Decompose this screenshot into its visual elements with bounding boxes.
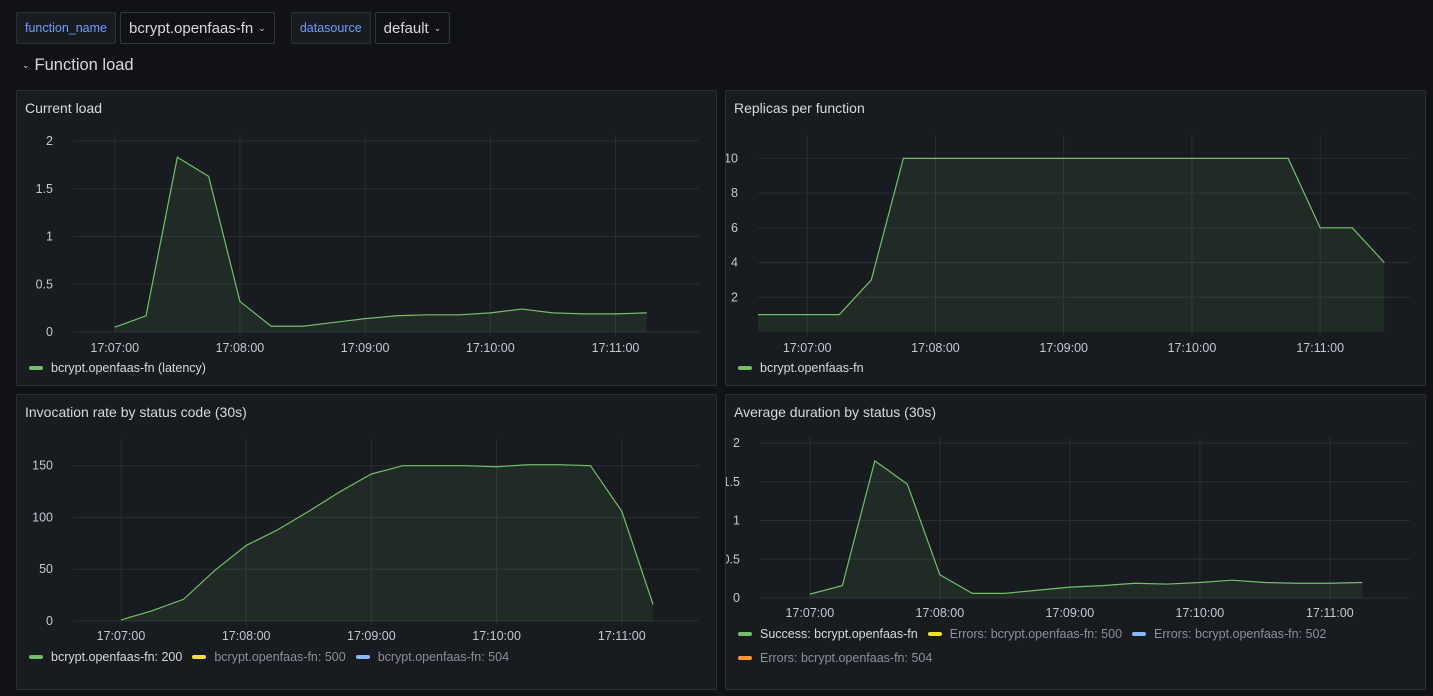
- x-tick-label: 17:07:00: [90, 341, 139, 355]
- legend-label: Errors: bcrypt.openfaas-fn: 500: [949, 627, 1123, 641]
- legend-label: Errors: bcrypt.openfaas-fn: 504: [760, 651, 933, 665]
- variable-label-function-name: function_name: [16, 12, 117, 44]
- x-tick-label: 17:11:00: [1306, 606, 1354, 620]
- y-tick-label: 8: [731, 186, 738, 200]
- y-tick-label: 2: [46, 134, 53, 148]
- legend-swatch-icon: [738, 366, 752, 370]
- legend-swatch-icon: [738, 656, 752, 660]
- panel-average-duration: Average duration by status (30s) 0 0.5 1 1.…: [725, 394, 1426, 690]
- panel-current-load: Current load 0 0.5 1 1.5 2 17:07:00 17:08:00 17…: [16, 90, 717, 386]
- row-toggle-function-load[interactable]: ⌄ Function load: [22, 56, 134, 75]
- x-tick-label: 17:08:00: [216, 341, 265, 355]
- x-tick-label: 17:07:00: [97, 629, 146, 643]
- x-tick-label: 17:09:00: [347, 629, 396, 643]
- y-tick-label: 0: [46, 614, 53, 628]
- y-tick-label: 100: [32, 510, 53, 524]
- x-tick-label: 17:08:00: [915, 606, 964, 620]
- legend-item[interactable]: bcrypt.openfaas-fn: 504: [355, 650, 510, 664]
- y-tick-label: 6: [731, 221, 738, 235]
- x-tick-label: 17:08:00: [911, 341, 960, 355]
- y-tick-label: 50: [39, 562, 53, 576]
- legend-item[interactable]: bcrypt.openfaas-fn (latency): [29, 361, 206, 375]
- legend-swatch-icon: [1132, 632, 1147, 636]
- legend-swatch-icon: [29, 366, 43, 370]
- panel-invocation-rate: Invocation rate by status code (30s) 0 50…: [16, 394, 717, 690]
- x-tick-label: 17:07:00: [785, 606, 834, 620]
- x-tick-label: 17:09:00: [1039, 341, 1088, 355]
- legend: bcrypt.openfaas-fn: 200 bcrypt.openfaas-f…: [29, 650, 519, 664]
- chevron-down-icon: ⌄: [22, 60, 30, 70]
- datasource-value: default: [383, 19, 429, 37]
- x-tick-label: 17:09:00: [1045, 606, 1094, 620]
- y-tick-label: 0: [733, 591, 740, 605]
- legend-item[interactable]: Errors: bcrypt.openfaas-fn: 502: [1132, 627, 1326, 641]
- series-area: [114, 157, 647, 332]
- legend-swatch-icon: [738, 632, 752, 636]
- y-tick-label: 1.5: [726, 475, 740, 489]
- legend-label: Success: bcrypt.openfaas-fn: [760, 627, 918, 641]
- legend-label: bcrypt.openfaas-fn: 504: [377, 650, 510, 664]
- series-area: [120, 464, 654, 621]
- x-tick-label: 17:11:00: [1296, 341, 1344, 355]
- y-tick-label: 150: [32, 459, 53, 473]
- legend-swatch-icon: [355, 655, 370, 659]
- y-tick-label: 2: [731, 290, 738, 304]
- variable-label-datasource: datasource: [290, 12, 371, 44]
- chart-replicas-per-function: 2 4 6 8 10 17:07:00 17:08:00 17:09:00 17:10:00 17…: [726, 135, 1410, 355]
- x-tick-label: 17:10:00: [1175, 606, 1224, 620]
- legend-label: Errors: bcrypt.openfaas-fn: 502: [1154, 627, 1327, 641]
- legend-swatch-icon: [192, 655, 207, 659]
- function-name-value: bcrypt.openfaas-fn: [129, 19, 254, 37]
- y-tick-label: 0: [46, 325, 53, 339]
- legend-item[interactable]: bcrypt.openfaas-fn: [738, 361, 864, 375]
- legend-label: bcrypt.openfaas-fn (latency): [51, 361, 206, 375]
- y-tick-label: 1: [733, 514, 740, 528]
- legend-item[interactable]: Success: bcrypt.openfaas-fn: [738, 627, 918, 641]
- y-tick-label: 1: [46, 230, 53, 244]
- y-tick-label: 2: [733, 436, 740, 450]
- y-tick-label: 0.5: [726, 552, 740, 566]
- x-tick-label: 17:07:00: [783, 341, 832, 355]
- x-tick-label: 17:11:00: [598, 629, 646, 643]
- x-tick-label: 17:11:00: [592, 341, 640, 355]
- panel-replicas-per-function: Replicas per function 2 4 6 8 10 17:07:00 17:0…: [725, 90, 1426, 386]
- legend: bcrypt.openfaas-fn: [738, 361, 874, 375]
- legend: Success: bcrypt.openfaas-fn Errors: bcryp…: [738, 627, 1398, 665]
- y-tick-label: 4: [731, 256, 738, 270]
- chart-current-load: 0 0.5 1 1.5 2 17:07:00 17:08:00 17:09:00 17:10:0…: [36, 134, 699, 355]
- legend: bcrypt.openfaas-fn (latency): [29, 361, 216, 375]
- y-tick-label: 1.5: [36, 182, 53, 196]
- series-area: [758, 158, 1385, 332]
- chevron-down-icon: ⌄: [433, 22, 442, 33]
- x-tick-label: 17:10:00: [472, 629, 521, 643]
- function-name-select[interactable]: bcrypt.openfaas-fn ⌄: [120, 12, 275, 44]
- datasource-select[interactable]: default ⌄: [374, 12, 451, 44]
- row-title: Function load: [34, 56, 134, 74]
- x-tick-label: 17:10:00: [466, 341, 515, 355]
- legend-item[interactable]: Errors: bcrypt.openfaas-fn: 500: [927, 627, 1123, 641]
- x-tick-label: 17:10:00: [1168, 341, 1217, 355]
- legend-label: bcrypt.openfaas-fn: 200: [51, 650, 183, 664]
- chart-invocation-rate: 0 50 100 150 17:07:00 17:08:00 17:09:00 17:10:0…: [32, 439, 699, 643]
- legend-item[interactable]: bcrypt.openfaas-fn: 200: [29, 650, 182, 664]
- variables-bar: function_name bcrypt.openfaas-fn ⌄ datas…: [16, 12, 451, 44]
- legend-swatch-icon: [927, 632, 942, 636]
- legend-item[interactable]: bcrypt.openfaas-fn: 500: [192, 650, 346, 664]
- legend-item[interactable]: Errors: bcrypt.openfaas-fn: 504: [738, 651, 932, 665]
- y-tick-label: 10: [726, 151, 738, 165]
- legend-label: bcrypt.openfaas-fn: [760, 361, 864, 375]
- x-tick-label: 17:08:00: [222, 629, 271, 643]
- x-tick-label: 17:09:00: [341, 341, 390, 355]
- legend-label: bcrypt.openfaas-fn: 500: [214, 650, 346, 664]
- legend-swatch-icon: [29, 655, 43, 659]
- chevron-down-icon: ⌄: [258, 22, 266, 33]
- y-tick-label: 0.5: [36, 277, 53, 291]
